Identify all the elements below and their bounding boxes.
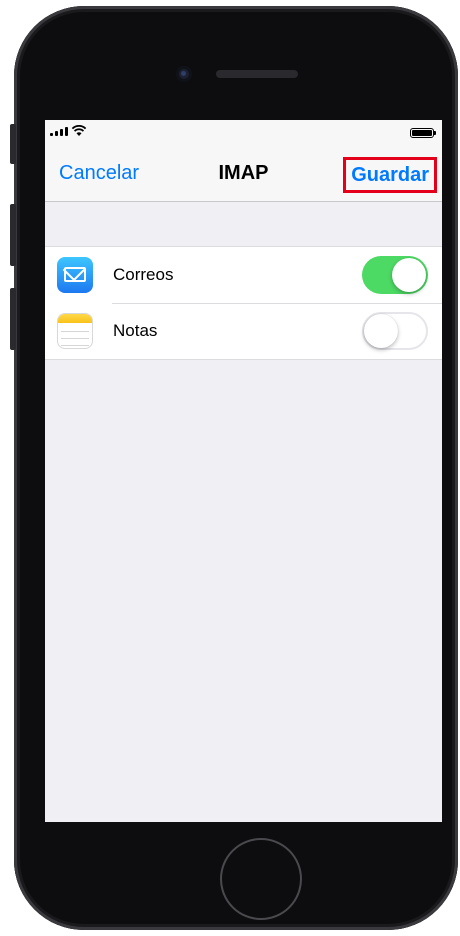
volume-down-button <box>10 288 16 350</box>
battery-icon <box>410 128 436 138</box>
correos-toggle[interactable] <box>362 256 428 294</box>
list-item-label: Correos <box>113 265 174 284</box>
volume-up-button <box>10 204 16 266</box>
list-item-correos: Correos <box>45 247 442 303</box>
navigation-bar: Cancelar IMAP Guardar <box>45 142 442 202</box>
status-bar <box>45 120 442 142</box>
list-item-notas: Notas <box>45 303 442 359</box>
signal-icon <box>50 127 68 136</box>
wifi-icon <box>71 125 87 136</box>
sync-settings-list: Correos Notas <box>45 246 442 360</box>
toggle-knob <box>392 258 426 292</box>
mail-icon <box>57 257 93 293</box>
save-button[interactable]: Guardar <box>343 157 437 193</box>
toggle-knob <box>364 314 398 348</box>
silent-switch <box>10 124 16 164</box>
home-button[interactable] <box>220 838 302 920</box>
screen: Cancelar IMAP Guardar Correos Notas <box>45 120 442 822</box>
list-item-label: Notas <box>113 321 158 340</box>
notas-toggle[interactable] <box>362 312 428 350</box>
earpiece-speaker <box>216 70 298 78</box>
front-camera <box>176 66 192 82</box>
notes-icon <box>57 313 93 349</box>
